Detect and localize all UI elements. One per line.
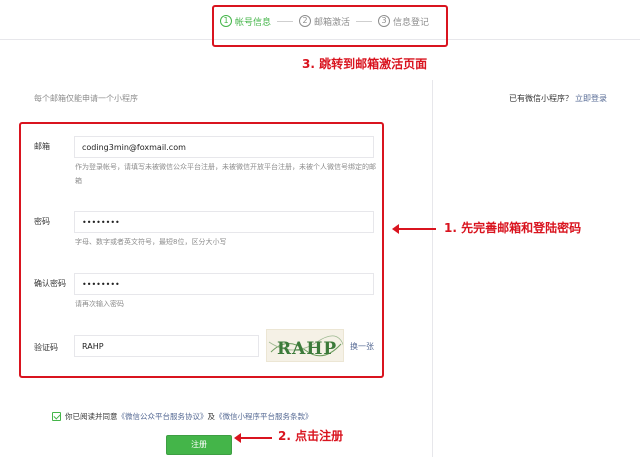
annotation-box-steps <box>212 5 448 47</box>
confirm-password-label: 确认密码 <box>34 279 66 288</box>
agree-prefix: 你已阅读并同意 <box>65 412 118 421</box>
mini-program-terms-link[interactable]: 《微信小程序平台服务条款》 <box>215 411 313 422</box>
annotation-step-2: 2. 点击注册 <box>278 429 344 443</box>
agree-middle: 及 <box>207 412 216 421</box>
password-tip: 字母、数字或者英文符号，最短8位，区分大小写 <box>75 238 227 246</box>
captcha-input[interactable]: RAHP <box>74 335 259 357</box>
annotation-step-1: 1. 先完善邮箱和登陆密码 <box>444 221 582 235</box>
annotation-step-3: 3. 跳转到邮箱激活页面 <box>302 57 428 71</box>
agree-checkbox[interactable] <box>52 412 61 421</box>
email-label: 邮箱 <box>34 142 50 151</box>
login-link[interactable]: 立即登录 <box>575 94 607 103</box>
service-agreement-link[interactable]: 《微信公众平台服务协议》 <box>118 411 208 422</box>
refresh-captcha-link[interactable]: 换一张 <box>350 341 374 352</box>
register-button[interactable]: 注册 <box>166 435 232 455</box>
email-tip: 作为登录帐号，请填写未被微信公众平台注册，未被微信开放平台注册，未被个人微信号绑… <box>75 163 376 185</box>
has-account-text: 已有微信小程序？ <box>509 94 573 103</box>
captcha-graphic: RAHP <box>268 335 343 359</box>
email-field[interactable]: coding3min@foxmail.com <box>74 136 374 158</box>
has-account-prompt: 已有微信小程序？ 立即登录 <box>509 93 607 104</box>
password-field[interactable]: •••••••• <box>74 211 374 233</box>
password-label: 密码 <box>34 217 50 226</box>
captcha-image[interactable]: RAHP <box>266 329 344 362</box>
annotation-arrow-2 <box>234 433 272 443</box>
agreement-row: 你已阅读并同意 《微信公众平台服务协议》 及 《微信小程序平台服务条款》 <box>52 411 313 422</box>
side-divider <box>432 80 433 457</box>
confirm-password-tip: 请再次输入密码 <box>75 300 124 308</box>
confirm-password-field[interactable]: •••••••• <box>74 273 374 295</box>
captcha-label: 验证码 <box>34 343 58 352</box>
captcha-text: RAHP <box>277 339 337 359</box>
page-hint: 每个邮箱仅能申请一个小程序 <box>34 94 138 103</box>
annotation-arrow-1 <box>392 224 436 234</box>
